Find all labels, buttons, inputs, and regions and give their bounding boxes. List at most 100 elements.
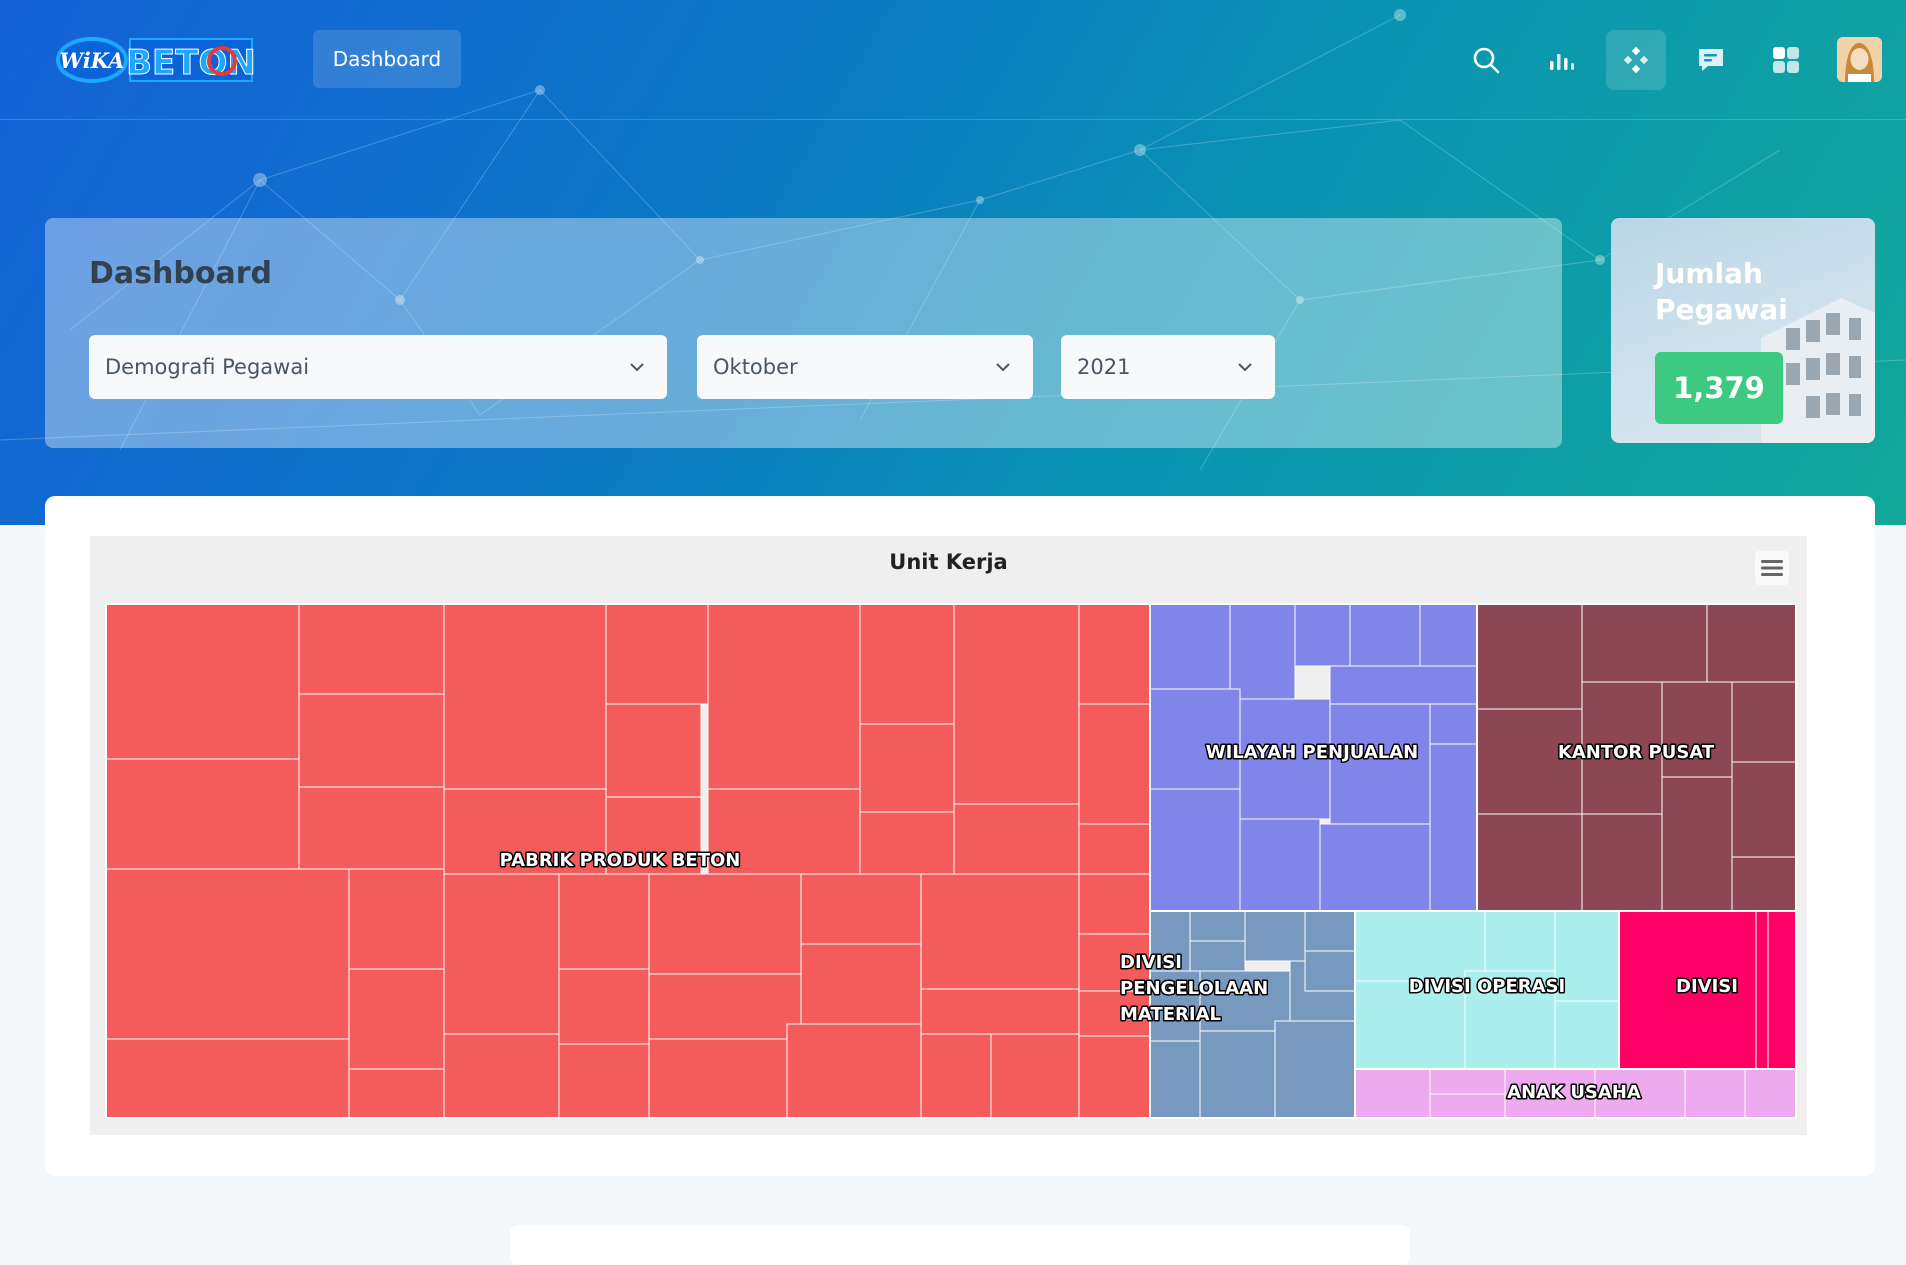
treemap-label: DIVISI — [1676, 976, 1738, 997]
treemap-label: ANAK USAHA — [1507, 1082, 1641, 1103]
treemap-cell[interactable] — [859, 811, 955, 875]
treemap-cell[interactable] — [1078, 1035, 1151, 1119]
treemap-cell[interactable] — [605, 703, 702, 798]
treemap-cell[interactable] — [348, 1068, 445, 1119]
treemap-cell[interactable] — [1189, 940, 1246, 972]
search-icon[interactable] — [1456, 30, 1516, 90]
treemap-cell[interactable] — [1329, 703, 1431, 825]
treemap-cell[interactable] — [558, 1043, 650, 1119]
chevron-down-icon — [630, 363, 644, 372]
nav-dashboard-tab[interactable]: Dashboard — [313, 30, 461, 88]
dashboard-grid-icon[interactable] — [1756, 30, 1816, 90]
treemap-cell[interactable] — [443, 873, 560, 1035]
treemap-cell[interactable] — [1304, 910, 1356, 952]
treemap-label: WILAYAH PENJUALAN — [1206, 742, 1419, 763]
treemap-cell[interactable] — [1149, 1040, 1201, 1119]
treemap-cell[interactable] — [920, 873, 1080, 990]
treemap-cell[interactable] — [1706, 603, 1797, 683]
treemap-cell[interactable] — [1189, 910, 1246, 942]
treemap-cell[interactable] — [1149, 688, 1241, 790]
month-select[interactable]: Oktober — [697, 335, 1033, 399]
treemap-cell[interactable] — [443, 603, 607, 790]
treemap-cell[interactable] — [1078, 823, 1151, 875]
top-navbar: WiKA BETON Dashboard — [0, 0, 1906, 120]
treemap-cell[interactable] — [105, 758, 300, 870]
year-value: 2021 — [1077, 355, 1131, 379]
wika-beton-logo[interactable]: WiKA BETON — [54, 35, 256, 85]
treemap-cell[interactable] — [1429, 743, 1478, 912]
treemap-cell[interactable] — [707, 603, 861, 790]
treemap-cell[interactable] — [1429, 1093, 1506, 1119]
treemap-cell[interactable] — [859, 603, 955, 725]
treemap-cell[interactable] — [920, 988, 1080, 1035]
treemap-cell[interactable] — [1476, 603, 1583, 710]
treemap-cell[interactable] — [1078, 603, 1151, 705]
year-select[interactable]: 2021 — [1061, 335, 1275, 399]
treemap-cell[interactable] — [298, 603, 445, 695]
treemap-cell[interactable] — [1149, 603, 1231, 690]
treemap-cell[interactable] — [105, 603, 300, 760]
treemap-cell[interactable] — [859, 723, 955, 813]
treemap-cell[interactable] — [648, 1038, 788, 1119]
treemap-cell[interactable] — [1581, 813, 1663, 912]
treemap-cell[interactable] — [1767, 910, 1797, 1070]
chat-icon[interactable] — [1681, 30, 1741, 90]
treemap-cell[interactable] — [1229, 603, 1296, 700]
treemap-cell[interactable] — [1684, 1068, 1746, 1119]
treemap-cell[interactable] — [648, 873, 802, 975]
treemap-cell[interactable] — [1274, 1020, 1356, 1119]
treemap-cell[interactable] — [1731, 856, 1797, 912]
report-type-select[interactable]: Demografi Pegawai — [89, 335, 667, 399]
treemap-cell[interactable] — [800, 873, 922, 945]
treemap-cell[interactable] — [443, 1033, 560, 1119]
treemap-cell[interactable] — [1429, 703, 1478, 745]
treemap-cell[interactable] — [1554, 1000, 1620, 1070]
user-avatar[interactable] — [1837, 37, 1882, 82]
treemap-cell[interactable] — [920, 1033, 992, 1119]
treemap-cell[interactable] — [1484, 910, 1556, 972]
treemap-cell[interactable] — [1755, 910, 1769, 1070]
treemap-cell[interactable] — [990, 1033, 1080, 1119]
treemap-cell[interactable] — [105, 868, 350, 1040]
treemap-cell[interactable] — [648, 973, 802, 1040]
treemap-cell[interactable] — [1304, 950, 1356, 992]
treemap-cell[interactable] — [1429, 1068, 1506, 1095]
page-title: Dashboard — [89, 256, 272, 291]
treemap-cell[interactable] — [1329, 665, 1478, 705]
treemap-cell[interactable] — [1078, 703, 1151, 825]
treemap-cell[interactable] — [1581, 603, 1708, 683]
chevron-down-icon — [1238, 363, 1252, 372]
treemap-cell[interactable] — [1476, 813, 1583, 912]
bar-chart-icon[interactable] — [1531, 30, 1591, 90]
treemap-cell[interactable] — [1244, 910, 1306, 962]
treemap-cell[interactable] — [348, 868, 445, 970]
treemap-cell[interactable] — [605, 603, 709, 705]
treemap-cell[interactable] — [1199, 1030, 1276, 1119]
treemap-label: DIVISI OPERASI — [1409, 976, 1565, 997]
treemap-cell[interactable] — [1319, 823, 1431, 912]
treemap-cell[interactable] — [953, 603, 1080, 805]
treemap-cell[interactable] — [1078, 873, 1151, 935]
treemap-cell[interactable] — [1239, 818, 1321, 912]
treemap-cell[interactable] — [1661, 776, 1733, 912]
treemap-cell[interactable] — [1731, 681, 1797, 763]
treemap-cell[interactable] — [1349, 603, 1421, 667]
treemap-svg: PABRIK PRODUK BETON WILAYAH PENJUALAN KANT… — [105, 603, 1797, 1119]
treemap-cell[interactable] — [558, 873, 650, 970]
treemap-cell[interactable] — [558, 968, 650, 1045]
diamond-grid-icon[interactable] — [1606, 30, 1666, 90]
treemap-cell[interactable] — [105, 1038, 350, 1119]
treemap-cell[interactable] — [1731, 761, 1797, 858]
treemap-cell[interactable] — [786, 1023, 922, 1119]
treemap-cell[interactable] — [348, 968, 445, 1070]
treemap-cell[interactable] — [1354, 1068, 1431, 1119]
treemap-cell[interactable] — [298, 786, 445, 870]
treemap-cell[interactable] — [1419, 603, 1478, 667]
treemap-cell[interactable] — [1744, 1068, 1797, 1119]
treemap-cell[interactable] — [1149, 788, 1241, 912]
treemap-cell[interactable] — [1294, 603, 1351, 667]
treemap-cell[interactable] — [298, 693, 445, 788]
treemap-cell[interactable] — [800, 943, 922, 1025]
chevron-down-icon — [996, 363, 1010, 372]
treemap-cell[interactable] — [953, 803, 1080, 875]
